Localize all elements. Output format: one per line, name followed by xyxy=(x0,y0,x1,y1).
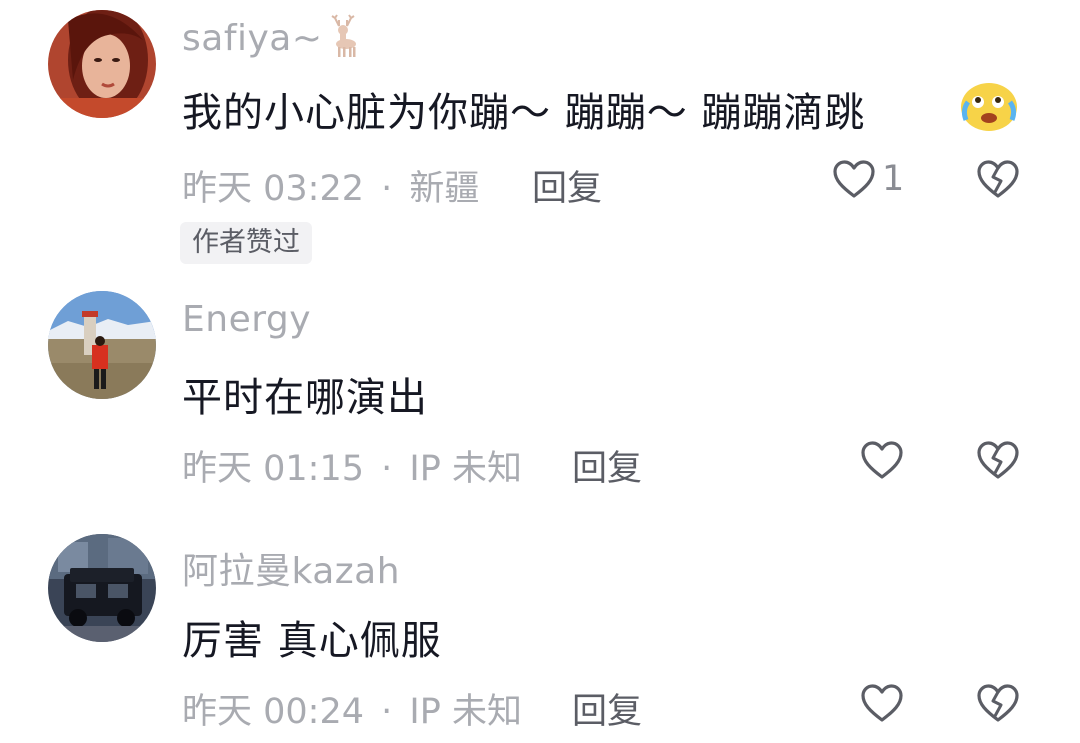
heart-outline-icon xyxy=(833,160,875,198)
comment-time: 昨天 03:22 xyxy=(182,169,364,209)
avatar[interactable] xyxy=(48,534,156,642)
broken-heart-icon[interactable] xyxy=(976,159,1020,199)
like-count: 1 xyxy=(882,159,905,199)
comment-text: 平时在哪演出 xyxy=(182,375,428,421)
reply-button[interactable]: 回复 xyxy=(532,160,602,211)
comment-item-3: 阿拉曼kazah 厉害 真心佩服 昨天 00:24 · IP 未知 回复 xyxy=(0,520,1080,743)
reply-button[interactable]: 回复 xyxy=(572,440,642,491)
meta-separator: · xyxy=(381,169,393,209)
meta-separator: · xyxy=(381,449,393,489)
broken-heart-icon[interactable] xyxy=(976,440,1020,480)
comment-location: IP 未知 xyxy=(409,449,522,489)
crying-laughing-emoji xyxy=(961,83,1017,131)
meta-separator: · xyxy=(381,692,393,732)
deer-icon xyxy=(330,14,356,57)
comment-item-1: safiya~ 我的小心脏为你蹦～ 蹦蹦～ 蹦蹦滴跳 昨天 03:22 · 新疆… xyxy=(0,0,1080,290)
comment-text: 我的小心脏为你蹦～ 蹦蹦～ 蹦蹦滴跳 xyxy=(182,90,866,136)
avatar[interactable] xyxy=(48,291,156,399)
username[interactable]: safiya~ xyxy=(182,14,361,59)
comment-item-2: Energy 平时在哪演出 昨天 01:15 · IP 未知 回复 xyxy=(0,290,1080,520)
comment-text: 厉害 真心佩服 xyxy=(182,618,442,664)
username[interactable]: 阿拉曼kazah xyxy=(182,542,400,594)
comment-location: 新疆 xyxy=(409,169,480,209)
broken-heart-icon[interactable] xyxy=(976,683,1020,723)
like-button[interactable]: 1 xyxy=(832,155,904,203)
heart-outline-icon xyxy=(861,684,903,722)
avatar[interactable] xyxy=(48,10,156,118)
like-button[interactable] xyxy=(860,436,904,484)
heart-outline-icon xyxy=(861,441,903,479)
comment-meta: 昨天 00:24 · IP 未知 xyxy=(182,683,522,734)
comment-meta: 昨天 03:22 · 新疆 xyxy=(182,160,479,211)
username-text: safiya~ xyxy=(182,18,323,59)
author-liked-tag: 作者赞过 xyxy=(180,222,312,264)
reply-button[interactable]: 回复 xyxy=(572,683,642,734)
username[interactable]: Energy xyxy=(182,299,311,340)
comment-time: 昨天 00:24 xyxy=(182,692,364,732)
comment-time: 昨天 01:15 xyxy=(182,449,364,489)
comment-meta: 昨天 01:15 · IP 未知 xyxy=(182,440,522,491)
like-button[interactable] xyxy=(860,679,904,727)
comment-location: IP 未知 xyxy=(409,692,522,732)
